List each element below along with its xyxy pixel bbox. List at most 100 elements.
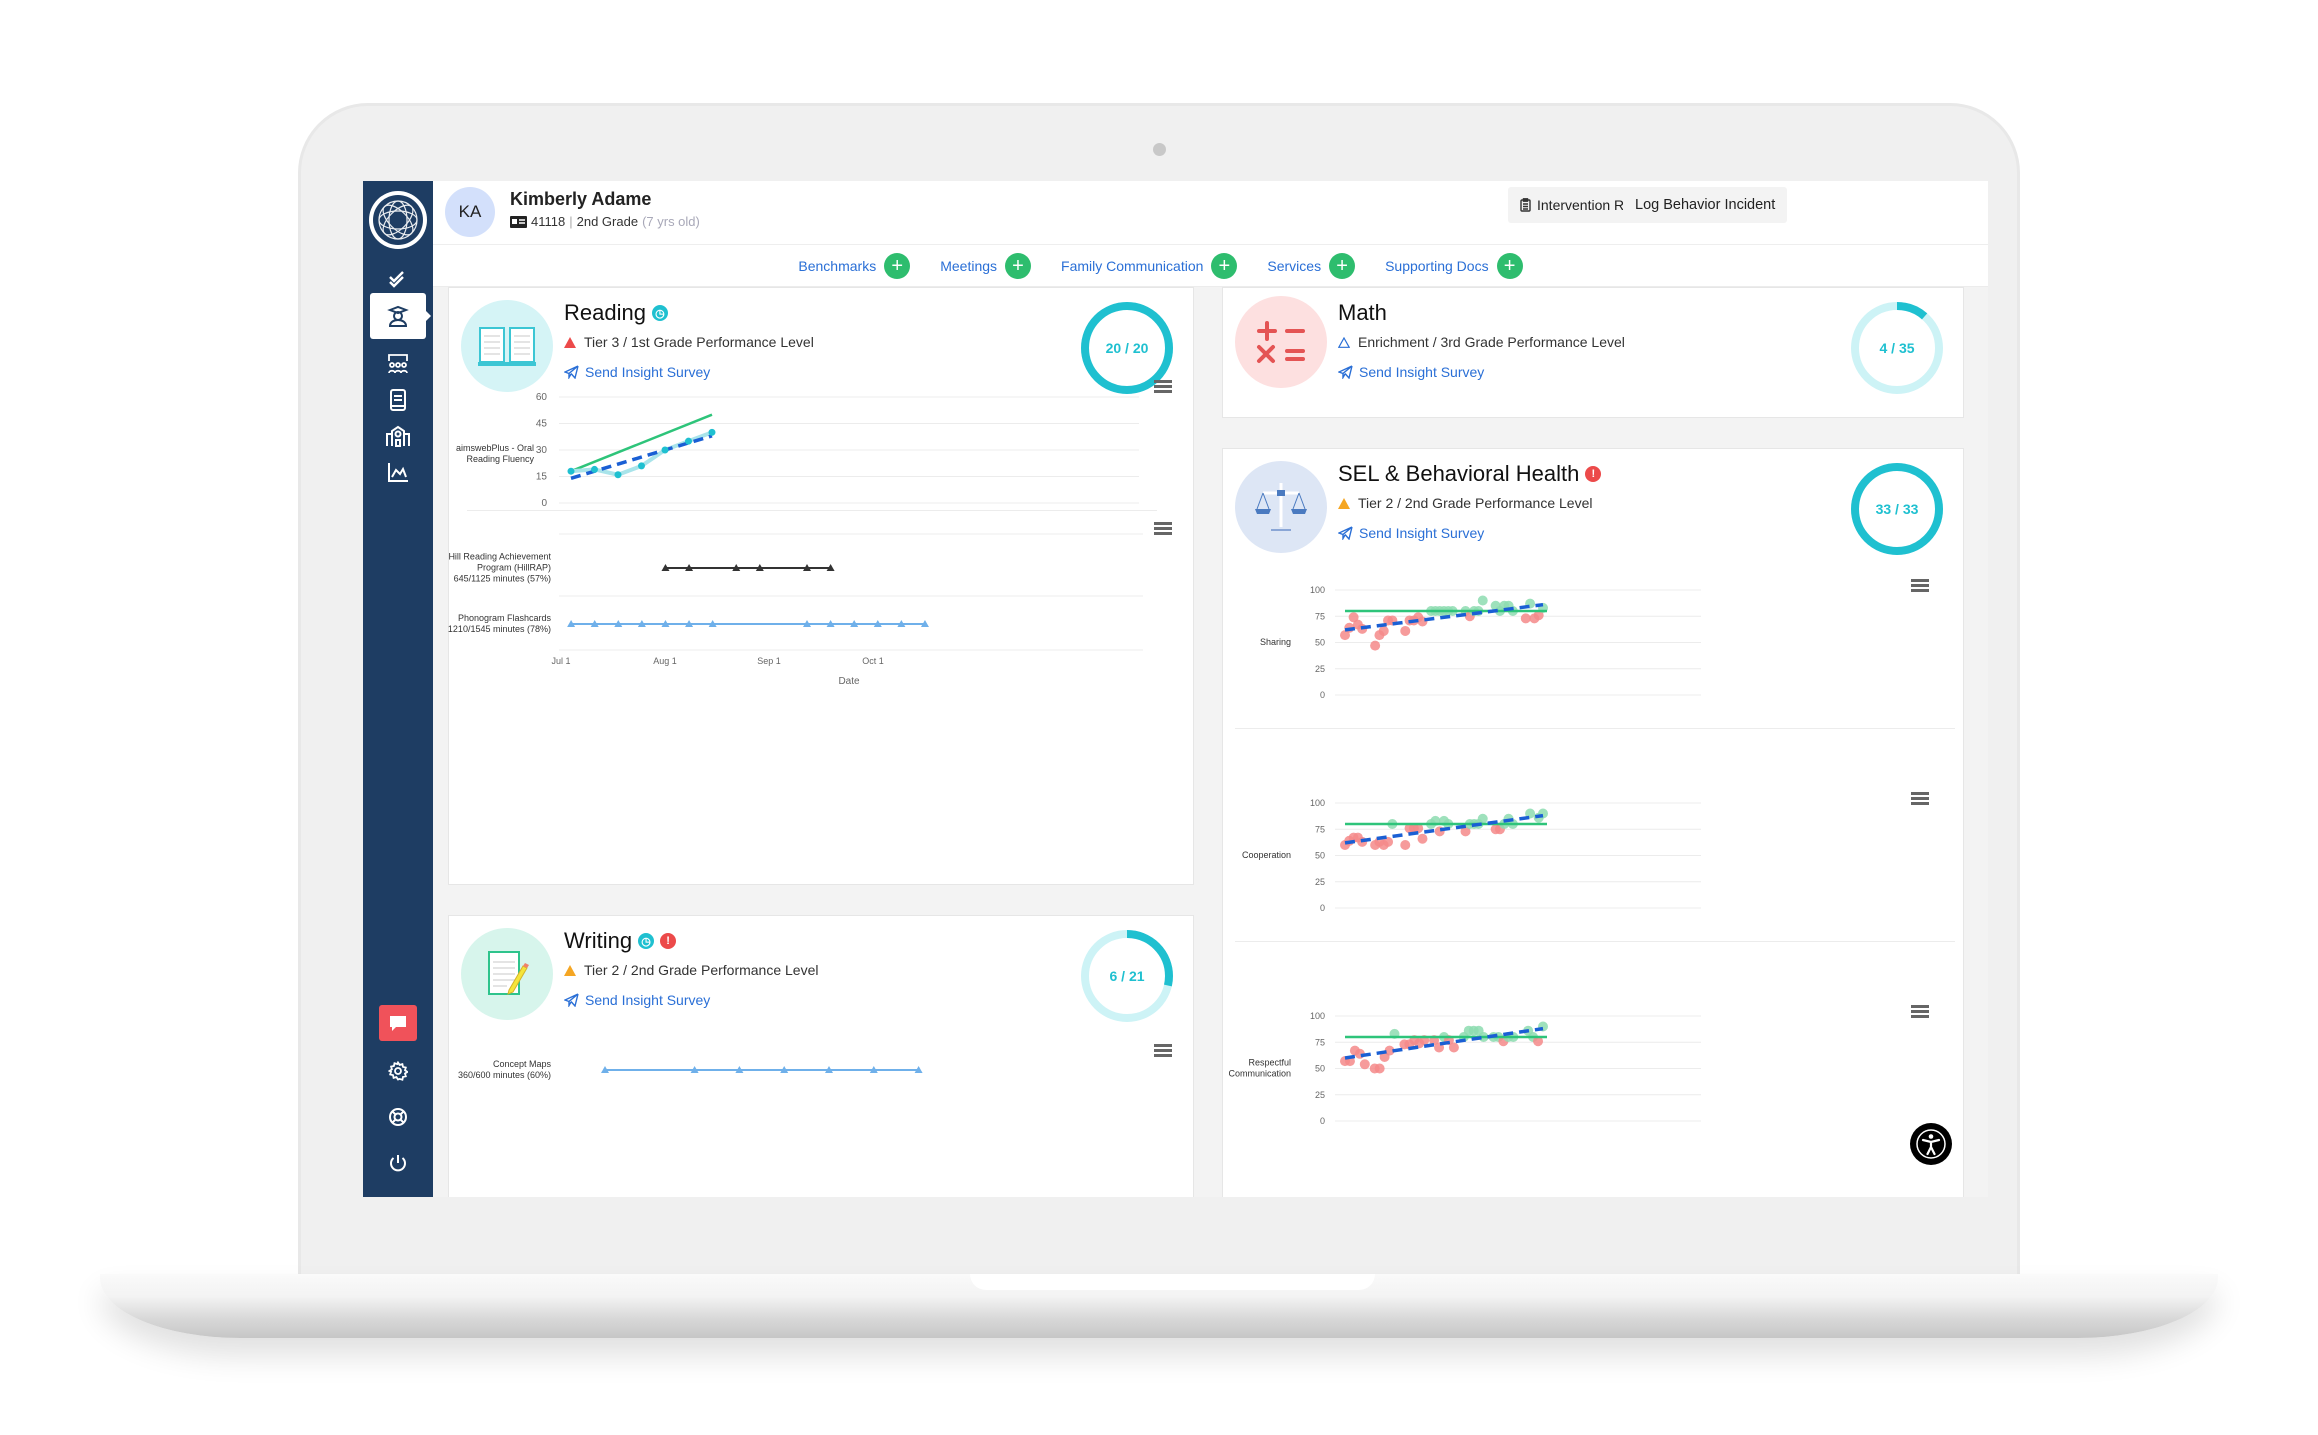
meta-separator: |: [569, 214, 573, 229]
writing-card-icon: [461, 928, 553, 1020]
score-point: [708, 428, 716, 436]
writing-title: Writing ◷ !: [564, 928, 677, 954]
reading-card-icon: [461, 300, 553, 392]
accessibility-icon: [1916, 1129, 1946, 1159]
score-point: [614, 471, 622, 479]
paper-plane-icon: [564, 365, 579, 379]
student-age: (7 yrs old): [642, 214, 700, 229]
writing-tier: Tier 2 / 2nd Grade Performance Level: [564, 962, 819, 978]
accessibility-button[interactable]: [1910, 1123, 1952, 1165]
intervention-label: Hill Reading Achievement: [448, 551, 551, 561]
scales-icon: [1255, 483, 1307, 531]
add-supporting-doc-icon[interactable]: +: [1496, 252, 1523, 279]
student-name: Kimberly Adame: [510, 189, 652, 209]
y-axis-label: aimswebPlus - Oral: [456, 443, 534, 453]
student-icon: [387, 305, 409, 327]
logo-icon: [378, 200, 418, 240]
sidebar-item-students[interactable]: [370, 293, 431, 339]
score-point: [567, 467, 575, 475]
y-tick-label: 0: [1320, 690, 1325, 700]
sidebar-chat-button[interactable]: [379, 1005, 417, 1041]
add-benchmark-icon[interactable]: +: [884, 252, 911, 279]
sel-send-survey-link[interactable]: Send Insight Survey: [1338, 525, 1484, 541]
sidebar-settings[interactable]: [370, 1048, 426, 1094]
sidebar-logout[interactable]: [370, 1140, 426, 1186]
math-title: Math: [1338, 300, 1387, 326]
reading-tier: Tier 3 / 1st Grade Performance Level: [564, 334, 814, 350]
score-point: [638, 462, 645, 470]
score-point: [1448, 1042, 1459, 1053]
add-meeting-icon[interactable]: +: [1005, 252, 1032, 279]
sel-progress-label: 33 / 33: [1875, 501, 1919, 517]
student-id: 41118: [531, 214, 566, 229]
writing-card: Writing ◷ ! Tier 2 / 2nd Grade Performan…: [448, 915, 1194, 1197]
y-tick-label: 60: [536, 392, 548, 403]
survey-text: Send Insight Survey: [585, 364, 711, 380]
y-tick-label: 100: [1310, 798, 1325, 808]
chart-icon: [388, 463, 408, 482]
math-operators-icon: [1257, 321, 1305, 363]
alert-icon: !: [1585, 466, 1602, 482]
score-point: [1400, 625, 1411, 636]
writing-send-survey-link[interactable]: Send Insight Survey: [564, 992, 710, 1008]
score-point: [1477, 595, 1488, 606]
y-tick-label: 25: [1315, 1090, 1325, 1100]
y-axis-label: Cooperation: [1242, 850, 1291, 860]
tier-text: Tier 2 / 2nd Grade Performance Level: [1358, 495, 1593, 511]
laptop-notch: [970, 1274, 1375, 1290]
reading-send-survey-link[interactable]: Send Insight Survey: [564, 364, 710, 380]
tab-meetings[interactable]: Meetings +: [940, 252, 1032, 279]
y-tick-label: 50: [1315, 638, 1325, 648]
app-screen: KA Kimberly Adame 41118 | 2nd Grade (7 y…: [363, 181, 1988, 1197]
chart-divider: [467, 510, 1157, 511]
sel-cooperation-chart: 0 25 50 75 100 Cooperation: [1242, 798, 1701, 913]
sel-tier: Tier 2 / 2nd Grade Performance Level: [1338, 495, 1593, 511]
app-logo[interactable]: [369, 191, 427, 249]
paper-plane-icon: [1338, 526, 1353, 540]
sel-respectful-communication-chart: 0 25 50 75 100 RespectfulCommunication: [1228, 1011, 1701, 1126]
score-point: [1378, 625, 1389, 636]
tab-label: Family Communication: [1061, 257, 1204, 274]
student-meta: 41118 | 2nd Grade (7 yrs old): [510, 214, 700, 229]
sel-title: SEL & Behavioral Health !: [1338, 461, 1602, 487]
add-service-icon[interactable]: +: [1329, 252, 1356, 279]
notepad-pencil-icon: [488, 951, 529, 995]
y-axis-label: Communication: [1228, 1068, 1291, 1078]
survey-text: Send Insight Survey: [1359, 525, 1485, 541]
math-progress-label: 4 / 35: [1879, 340, 1915, 356]
y-tick-label: 75: [1315, 824, 1325, 834]
x-axis-label: Date: [838, 676, 860, 687]
tab-family-communication[interactable]: Family Communication +: [1061, 252, 1238, 279]
paper-plane-icon: [1338, 365, 1353, 379]
reading-fluency-chart: 0 15 30 45 60 aimswebPlus - OralReading Fluen…: [456, 392, 1139, 509]
intervention-label: Concept Maps: [493, 1059, 552, 1069]
sidebar-help[interactable]: [370, 1094, 426, 1140]
tab-benchmarks[interactable]: Benchmarks +: [798, 252, 911, 279]
tier-text: Tier 2 / 2nd Grade Performance Level: [584, 962, 819, 978]
laptop-camera: [1153, 143, 1166, 156]
y-tick-label: 50: [1315, 851, 1325, 861]
intervention-label: 645/1125 minutes (57%): [454, 573, 551, 583]
tier-text: Enrichment / 3rd Grade Performance Level: [1358, 334, 1625, 350]
sel-sharing-chart: 0 25 50 75 100 Sharing: [1260, 585, 1701, 700]
alert-icon: !: [660, 933, 677, 949]
chat-icon: [390, 1016, 406, 1031]
tab-label: Meetings: [940, 257, 998, 274]
writing-progress-label: 6 / 21: [1109, 968, 1145, 984]
tier-triangle-icon: [1338, 497, 1350, 509]
tier-triangle-outline-icon: [1338, 336, 1350, 348]
tab-supporting-docs[interactable]: Supporting Docs +: [1385, 252, 1523, 279]
tab-services[interactable]: Services +: [1267, 252, 1356, 279]
y-axis-label: Sharing: [1260, 637, 1291, 647]
y-tick-label: 15: [536, 472, 548, 483]
sidebar-item-reports[interactable]: [370, 449, 426, 495]
score-point: [1400, 840, 1411, 850]
score-point: [661, 446, 669, 454]
math-send-survey-link[interactable]: Send Insight Survey: [1338, 364, 1484, 380]
y-tick-label: 0: [541, 498, 547, 509]
card-title-text: Writing: [564, 928, 633, 953]
clock-icon: ◷: [638, 933, 655, 949]
add-family-communication-icon[interactable]: +: [1211, 252, 1238, 279]
score-point: [1370, 640, 1381, 651]
log-behavior-incident-button[interactable]: Log Behavior Incident: [1623, 187, 1788, 223]
